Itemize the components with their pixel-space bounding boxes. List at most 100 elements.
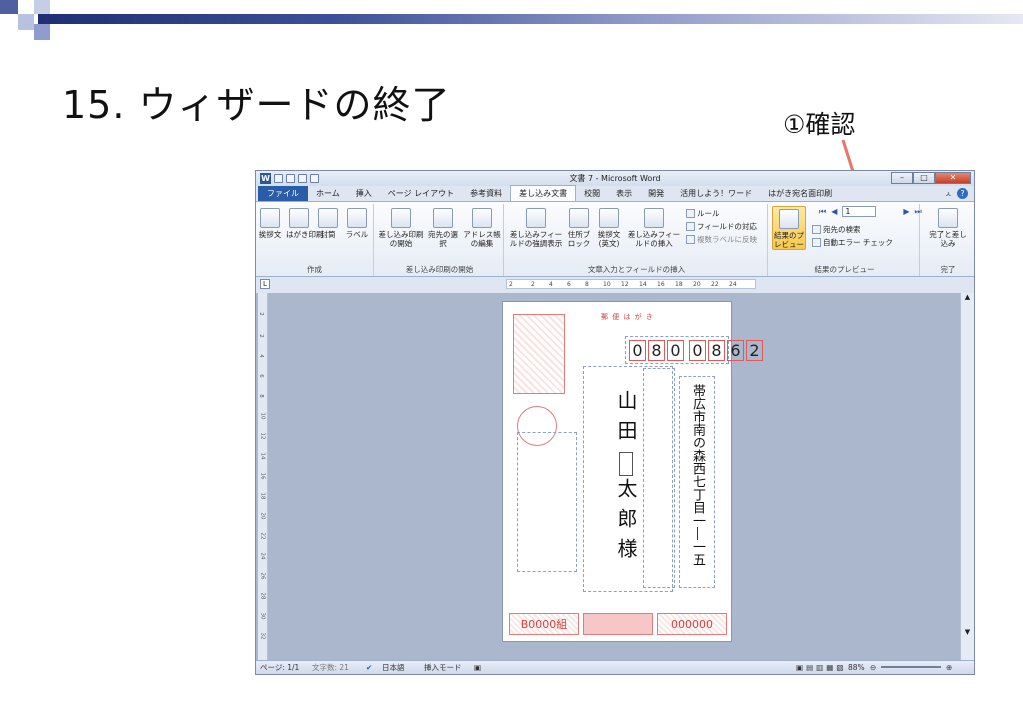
address-block-button[interactable]: 住所ブロック bbox=[566, 208, 592, 248]
ruler-tick: 28 bbox=[259, 592, 266, 600]
status-bar: ページ: 1/1 文字数: 21 ✔ 日本語 挿入モード ▣ ▣▤▥▦▧ 88%… bbox=[256, 660, 974, 674]
title-bar: W 文書 7 - Microsoft Word – □ ✕ bbox=[256, 171, 974, 186]
tab-selector[interactable]: L bbox=[260, 279, 270, 289]
update-labels-button[interactable]: 複数ラベルに反映 bbox=[686, 234, 757, 245]
group-label: 文章入力とフィールドの挿入 bbox=[587, 265, 686, 274]
tab-view[interactable]: 表示 bbox=[608, 186, 640, 201]
minimize-ribbon-icon[interactable]: ㅅ bbox=[945, 189, 952, 200]
last-record-icon[interactable]: ⏭ bbox=[915, 207, 922, 217]
finish-merge-button[interactable]: 完了と差し込み bbox=[928, 208, 968, 248]
ruler-tick: 24 bbox=[729, 281, 737, 288]
ruler-tick: 24 bbox=[259, 552, 266, 560]
greeting-line-button[interactable]: 挨拶文(英文) bbox=[594, 208, 624, 248]
close-button[interactable]: ✕ bbox=[935, 172, 971, 184]
postcard-page[interactable]: 郵 便 は が き 0 8 0 0 8 6 2 帯広市南の森西七丁目一―一五 山… bbox=[502, 301, 763, 642]
select-recipients-button[interactable]: 宛先の選択 bbox=[426, 208, 460, 248]
match-fields-button[interactable]: フィールドの対応 bbox=[686, 221, 757, 232]
language[interactable]: 日本語 bbox=[382, 661, 405, 674]
first-record-icon[interactable]: ⏮ bbox=[819, 207, 826, 217]
name-char: 太 bbox=[614, 478, 638, 508]
help-icon[interactable]: ? bbox=[957, 188, 968, 199]
record-number-input[interactable]: 1 bbox=[842, 206, 877, 217]
slide-decoration-square bbox=[0, 0, 18, 14]
lottery-group: B0000組 bbox=[509, 613, 579, 635]
name-char: 田 bbox=[614, 420, 638, 450]
slide-header-bar bbox=[38, 14, 1023, 24]
find-recipient-icon bbox=[812, 225, 821, 234]
maximize-button[interactable]: □ bbox=[913, 172, 935, 184]
ruler-tick: 4 bbox=[549, 281, 553, 288]
highlight-icon bbox=[526, 208, 546, 228]
ribbon: 挨拶文 はがき印刷 封筒 ラベル 作成 差し込み印刷の開始 宛先の選択 アドレス… bbox=[256, 201, 974, 277]
horizontal-ruler[interactable]: 2 2 4 6 8 10 12 14 16 18 20 22 24 bbox=[506, 279, 756, 289]
zoom-in-icon[interactable]: ⊕ bbox=[946, 661, 952, 674]
group-finish: 完了と差し込み 完了 bbox=[922, 204, 974, 276]
rules-button[interactable]: ルール bbox=[686, 208, 720, 219]
proofing-icon[interactable]: ✔ bbox=[366, 661, 372, 674]
tab-references[interactable]: 参考資料 bbox=[462, 186, 510, 201]
name-char bbox=[619, 452, 633, 476]
next-record-icon[interactable]: ▶ bbox=[903, 207, 909, 216]
group-label: 差し込み印刷の開始 bbox=[405, 265, 474, 274]
auto-check-errors-button[interactable]: 自動エラー チェック bbox=[812, 237, 893, 248]
ruler-tick: 20 bbox=[259, 512, 266, 520]
postcard-heading: 郵 便 は が き bbox=[601, 313, 654, 321]
edit-address-book-button[interactable]: アドレス帳の編集 bbox=[462, 208, 502, 248]
scroll-up-icon[interactable]: ▲ bbox=[961, 293, 974, 301]
zoom-slider[interactable] bbox=[881, 666, 941, 668]
tab-file[interactable]: ファイル bbox=[258, 186, 308, 201]
mail-merge-icon bbox=[391, 208, 411, 228]
tab-developer[interactable]: 開発 bbox=[640, 186, 672, 201]
minimize-button[interactable]: – bbox=[891, 172, 913, 184]
zip-code: 0 8 0 0 8 6 2 bbox=[629, 340, 763, 361]
postcard-footer: B0000組 000000 bbox=[509, 613, 727, 635]
labels-button[interactable]: ラベル bbox=[344, 208, 370, 239]
macro-icon[interactable]: ▣ bbox=[474, 661, 481, 674]
tab-mailings[interactable]: 差し込み文書 bbox=[510, 185, 577, 201]
zip-digit: 0 bbox=[689, 340, 706, 361]
vertical-scrollbar[interactable]: ▲ ▼ bbox=[960, 293, 974, 662]
stamp-image bbox=[513, 314, 565, 394]
tab-postcard-address[interactable]: はがき宛名面印刷 bbox=[760, 186, 840, 201]
start-mail-merge-button[interactable]: 差し込み印刷の開始 bbox=[378, 208, 424, 248]
highlight-fields-button[interactable]: 差し込みフィールドの強調表示 bbox=[508, 208, 564, 248]
scroll-down-icon[interactable]: ▼ bbox=[961, 628, 974, 636]
ruler-tick: 8 bbox=[257, 394, 264, 398]
ruler-tick: 12 bbox=[259, 432, 266, 440]
address-book-icon bbox=[472, 208, 492, 228]
ruler-tick: 22 bbox=[259, 532, 266, 540]
greeting-button[interactable]: 挨拶文 bbox=[258, 208, 282, 239]
name-char: 郎 bbox=[614, 508, 638, 538]
ruler-tick: 20 bbox=[693, 281, 701, 288]
ruler-tick: 6 bbox=[257, 374, 264, 378]
group-start-mail-merge: 差し込み印刷の開始 宛先の選択 アドレス帳の編集 差し込み印刷の開始 bbox=[376, 204, 504, 276]
tab-home[interactable]: ホーム bbox=[308, 186, 348, 201]
page-count[interactable]: ページ: 1/1 bbox=[260, 661, 299, 674]
ruler-row: L 2 2 4 6 8 10 12 14 16 18 20 22 24 bbox=[256, 277, 974, 291]
group-create: 挨拶文 はがき印刷 封筒 ラベル 作成 bbox=[256, 204, 374, 276]
previous-record-icon[interactable]: ◀ bbox=[831, 207, 837, 216]
tab-page-layout[interactable]: ページ レイアウト bbox=[380, 186, 462, 201]
tab-word-tips[interactable]: 活用しよう！ワード bbox=[672, 186, 760, 201]
ruler-tick: 18 bbox=[259, 492, 266, 500]
postcard-print-button[interactable]: はがき印刷 bbox=[286, 208, 324, 239]
view-buttons[interactable]: ▣▤▥▦▧ bbox=[796, 661, 846, 674]
document-area[interactable]: 2 2 4 6 8 10 12 14 16 18 20 22 24 26 28 … bbox=[256, 293, 962, 662]
lottery-picture bbox=[583, 613, 653, 635]
zoom-level[interactable]: 88% bbox=[848, 661, 865, 674]
tab-insert[interactable]: 挿入 bbox=[348, 186, 380, 201]
callout-label: ①確認 bbox=[783, 110, 856, 139]
insert-mode[interactable]: 挿入モード bbox=[424, 661, 462, 674]
recipient-address: 帯広市南の森西七丁目一―一五 bbox=[690, 384, 705, 566]
recipient-name: 山田太郎様 bbox=[614, 390, 638, 568]
tab-review[interactable]: 校閲 bbox=[576, 186, 608, 201]
preview-results-button[interactable]: 結果のプレビュー bbox=[772, 206, 806, 250]
zoom-out-icon[interactable]: ⊖ bbox=[870, 661, 876, 674]
envelope-button[interactable]: 封筒 bbox=[316, 208, 340, 239]
recipients-icon bbox=[433, 208, 453, 228]
slide-title: 15. ウィザードの終了 bbox=[62, 83, 451, 127]
word-count[interactable]: 文字数: 21 bbox=[312, 661, 349, 674]
find-recipient-button[interactable]: 宛先の検索 bbox=[812, 224, 861, 235]
vertical-ruler[interactable]: 2 2 4 6 8 10 12 14 16 18 20 22 24 26 28 … bbox=[258, 293, 268, 662]
insert-merge-field-button[interactable]: 差し込みフィールドの挿入 bbox=[626, 208, 682, 248]
